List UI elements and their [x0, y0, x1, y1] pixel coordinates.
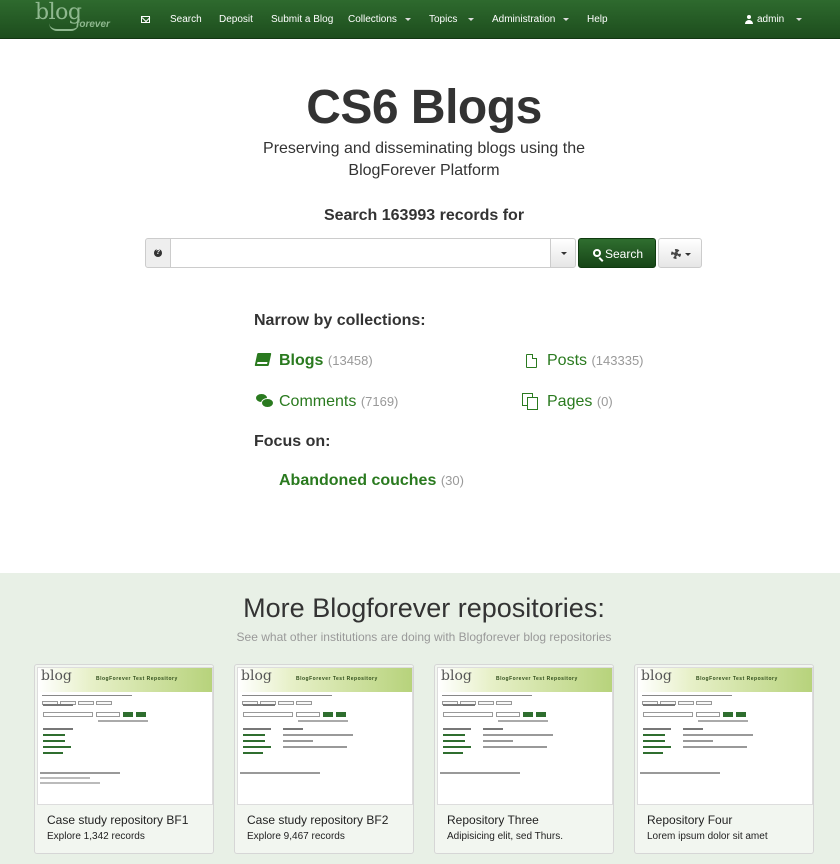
repository-card[interactable]: blog BlogForever Test Repository Case st… [34, 664, 214, 854]
collection-count: (13458) [327, 353, 373, 368]
repository-card-title: Case study repository BF1 [47, 813, 189, 827]
nav-user-menu[interactable]: admin [757, 0, 784, 39]
repository-card-title: Case study repository BF2 [247, 813, 389, 827]
section-subtitle: See what other institutions are doing wi… [236, 630, 612, 644]
collection-link-pages[interactable]: Pages (0) [547, 393, 613, 411]
chevron-down-icon [561, 252, 567, 255]
more-repositories-section: More Blogforever repositories: See what … [0, 573, 840, 864]
collection-count: (7169) [360, 394, 399, 409]
thumbnail-logo: blog [441, 668, 472, 684]
file-icon [526, 354, 537, 368]
chevron-down-icon [468, 18, 474, 21]
nav-collections[interactable]: Collections [348, 0, 397, 39]
repository-card[interactable]: blog BlogForever Test Repository Reposit… [434, 664, 614, 854]
search-heading: Search 163993 records for [323, 207, 525, 224]
thumbnail-logo: blog [41, 668, 72, 684]
gear-icon [671, 249, 681, 259]
nav-topics[interactable]: Topics [429, 0, 457, 39]
focus-count: (30) [440, 473, 464, 488]
collection-link-posts[interactable]: Posts (143335) [547, 352, 644, 370]
collection-name: Posts [547, 352, 588, 369]
thumbnail-logo: blog [641, 668, 672, 684]
question-icon: ? [154, 249, 162, 257]
repository-card[interactable]: blog BlogForever Test Repository Reposit… [634, 664, 814, 854]
thumbnail-title: BlogForever Test Repository [696, 676, 778, 682]
focus-name: Abandoned couches [279, 472, 437, 489]
collection-name: Pages [547, 393, 593, 410]
pages-icon [522, 393, 538, 410]
repository-thumbnail: blog BlogForever Test Repository [637, 667, 813, 805]
brand-logo-main: blog [35, 0, 82, 25]
chevron-down-icon [685, 253, 691, 256]
thumbnail-title: BlogForever Test Repository [296, 676, 378, 682]
book-icon [254, 353, 272, 366]
page-subtitle: Preserving and disseminating blogs using… [263, 140, 585, 179]
thumbnail-logo: blog [241, 668, 272, 684]
top-navbar: blog forever Search Deposit Submit a Blo… [0, 0, 840, 39]
chevron-down-icon [405, 18, 411, 21]
nav-search[interactable]: Search [170, 0, 202, 39]
repository-card[interactable]: blog BlogForever Test Repository Case st… [234, 664, 414, 854]
nav-help[interactable]: Help [587, 0, 608, 39]
repository-card-title: Repository Four [647, 813, 733, 827]
repository-thumbnail: blog BlogForever Test Repository [37, 667, 213, 805]
brand-logo-sub: forever [76, 19, 110, 30]
focus-link-abandoned-couches[interactable]: Abandoned couches (30) [279, 472, 464, 490]
repository-card-description: Explore 1,342 records [47, 831, 145, 842]
section-title: More Blogforever repositories: [243, 593, 605, 623]
brand-swoosh [49, 23, 79, 31]
repository-card-description: Lorem ipsum dolor sit amet [647, 831, 768, 842]
collection-count: (143335) [591, 353, 644, 368]
envelope-icon[interactable] [141, 16, 150, 23]
brand-logo[interactable]: blog forever [35, 0, 121, 33]
search-input[interactable] [170, 238, 551, 268]
search-scope-dropdown[interactable] [550, 238, 576, 268]
nav-deposit[interactable]: Deposit [219, 0, 253, 39]
search-icon [593, 249, 601, 257]
chevron-down-icon [563, 18, 569, 21]
thumbnail-title: BlogForever Test Repository [496, 676, 578, 682]
user-icon [745, 15, 753, 24]
collection-name: Blogs [279, 352, 324, 369]
search-button[interactable]: Search [578, 238, 656, 268]
collection-count: (0) [596, 394, 613, 409]
search-options-button[interactable] [658, 238, 702, 268]
search-help-button[interactable]: ? [145, 238, 171, 268]
repository-card-description: Adipisicing elit, sed Thurs. [447, 831, 563, 842]
repository-thumbnail: blog BlogForever Test Repository [237, 667, 413, 805]
collection-link-blogs[interactable]: Blogs (13458) [279, 352, 373, 370]
repository-card-description: Explore 9,467 records [247, 831, 345, 842]
collection-link-comments[interactable]: Comments (7169) [279, 393, 398, 411]
focus-heading: Focus on: [254, 433, 331, 450]
search-button-label: Search [605, 247, 644, 261]
page-title: CS6 Blogs [306, 81, 542, 134]
nav-submit-blog[interactable]: Submit a Blog [271, 0, 333, 39]
repository-thumbnail: blog BlogForever Test Repository [437, 667, 613, 805]
collections-heading: Narrow by collections: [254, 312, 426, 329]
comments-icon [256, 394, 274, 408]
thumbnail-title: BlogForever Test Repository [96, 676, 178, 682]
repository-card-title: Repository Three [447, 813, 539, 827]
chevron-down-icon [796, 18, 802, 21]
nav-administration[interactable]: Administration [492, 0, 555, 39]
collection-name: Comments [279, 393, 357, 410]
